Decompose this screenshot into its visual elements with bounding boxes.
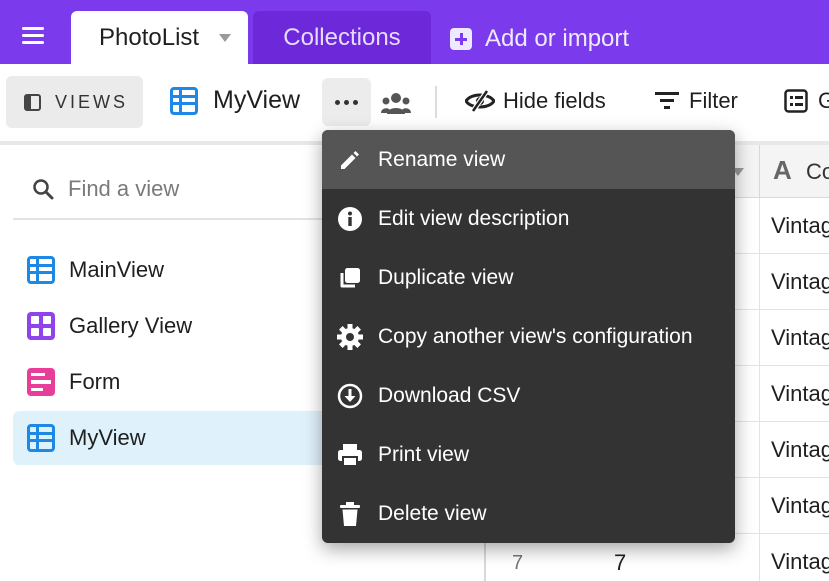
plus-icon	[450, 28, 472, 50]
search-icon	[33, 179, 54, 200]
trash-icon	[336, 500, 364, 528]
tab-collections-label: Collections	[283, 23, 401, 51]
table-cell[interactable]: Vintag	[771, 325, 829, 351]
table-cell[interactable]: Vintag	[771, 493, 829, 519]
group-button[interactable]: G	[784, 88, 829, 114]
filter-icon	[655, 92, 679, 109]
column-divider	[759, 478, 760, 534]
table-cell[interactable]: 7	[614, 550, 626, 576]
menu-item-label: Copy another view's configuration	[378, 324, 693, 348]
menu-item-label: Print view	[378, 442, 470, 466]
chevron-down-icon[interactable]	[219, 33, 232, 42]
menu-item-label: Delete view	[378, 501, 487, 525]
column-divider	[759, 422, 760, 478]
column-divider	[759, 198, 760, 254]
sidebar-item-label: MyView	[69, 425, 146, 450]
sidebar-item-label: Gallery View	[69, 313, 193, 338]
sidebar-item-gallery-view[interactable]: Gallery View	[13, 299, 333, 353]
views-label: VIEWS	[55, 91, 129, 112]
column-divider	[759, 145, 760, 198]
column-divider	[759, 310, 760, 366]
hamburger-menu-icon[interactable]	[22, 27, 46, 47]
group-icon	[784, 89, 808, 113]
search-underline	[13, 218, 333, 220]
group-label: G	[818, 88, 829, 113]
pencil-icon	[336, 146, 364, 174]
menu-item-label: Rename view	[378, 147, 506, 171]
menu-item-rename-view[interactable]: Rename view	[322, 130, 735, 189]
hide-fields-button[interactable]: Hide fields	[465, 88, 606, 114]
tab-photolist[interactable]: PhotoList	[71, 11, 248, 64]
tab-collections[interactable]: Collections	[253, 11, 431, 64]
grid-view-icon	[170, 86, 198, 115]
current-view-label: MyView	[213, 86, 301, 114]
sidebar-item-label: MainView	[69, 257, 164, 282]
filter-label: Filter	[689, 88, 738, 113]
gear-icon	[336, 323, 364, 351]
view-more-options-button[interactable]	[322, 78, 371, 126]
menu-item-label: Duplicate view	[378, 265, 514, 289]
gallery-view-icon	[27, 312, 55, 340]
table-cell[interactable]: Vintag	[771, 437, 829, 463]
menu-item-label: Download CSV	[378, 383, 521, 407]
sidebar-item-myview[interactable]: MyView	[13, 411, 333, 465]
duplicate-icon	[336, 264, 364, 292]
toolbar-divider	[435, 86, 437, 118]
views-toggle-button[interactable]: VIEWS	[6, 76, 143, 128]
menu-item-print-view[interactable]: Print view	[322, 425, 735, 484]
add-or-import-button[interactable]: Add or import	[450, 25, 629, 53]
find-view-input[interactable]	[68, 173, 318, 205]
form-view-icon	[27, 368, 55, 396]
info-icon	[336, 205, 364, 233]
sidebar-item-mainview[interactable]: MainView	[13, 243, 333, 297]
tab-photolist-label: PhotoList	[99, 23, 200, 51]
menu-item-duplicate-view[interactable]: Duplicate view	[322, 248, 735, 307]
hide-fields-label: Hide fields	[503, 88, 606, 113]
top-bar: PhotoList Collections Add or import	[0, 0, 829, 64]
eye-slash-icon	[465, 89, 495, 113]
text-field-icon: A	[773, 155, 792, 185]
sidebar-item-label: Form	[69, 369, 121, 394]
more-dots-icon	[335, 99, 358, 105]
column-divider	[759, 366, 760, 422]
view-options-menu: Rename view Edit view description Duplic…	[322, 130, 735, 543]
current-view-name[interactable]: MyView	[170, 86, 300, 115]
menu-item-copy-configuration[interactable]: Copy another view's configuration	[322, 307, 735, 366]
table-cell[interactable]: Vintag	[771, 549, 829, 575]
add-or-import-label: Add or import	[485, 25, 630, 52]
row-number: 7	[512, 552, 524, 574]
grid-view-icon	[27, 424, 55, 452]
column-divider	[759, 534, 760, 581]
sidebar-panel-icon	[24, 93, 41, 111]
table-cell[interactable]: Vintag	[771, 269, 829, 295]
table-cell[interactable]: Vintag	[771, 381, 829, 407]
print-icon	[336, 441, 364, 469]
menu-item-download-csv[interactable]: Download CSV	[322, 366, 735, 425]
download-icon	[336, 382, 364, 410]
column-header-label[interactable]: Co	[806, 159, 829, 185]
menu-item-delete-view[interactable]: Delete view	[322, 484, 735, 543]
collaborators-icon[interactable]	[381, 92, 411, 114]
grid-view-icon	[27, 256, 55, 284]
column-divider	[759, 254, 760, 310]
menu-item-edit-view-description[interactable]: Edit view description	[322, 189, 735, 248]
menu-item-label: Edit view description	[378, 206, 570, 230]
table-cell[interactable]: Vintag	[771, 213, 829, 239]
filter-button[interactable]: Filter	[655, 88, 738, 114]
sidebar-item-form[interactable]: Form	[13, 355, 333, 409]
